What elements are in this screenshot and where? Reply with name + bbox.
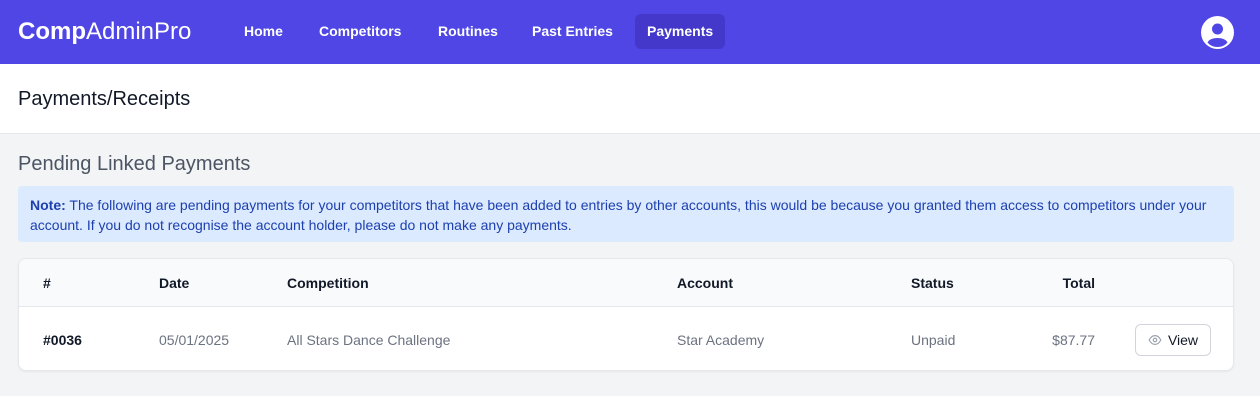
column-header-date: Date [159,275,190,291]
brand-logo[interactable]: CompAdminPro [18,18,191,46]
column-header-status: Status [911,275,954,291]
page-title: Payments/Receipts [18,88,191,110]
column-header-competition: Competition [287,275,369,291]
nav-item-routines[interactable]: Routines [425,14,511,49]
cell-id: #0036 [43,332,82,348]
column-header-account: Account [677,275,733,291]
eye-icon [1148,335,1162,345]
view-button[interactable]: View [1135,324,1211,356]
nav-item-home[interactable]: Home [231,14,296,49]
nav-item-past-entries[interactable]: Past Entries [519,14,626,49]
top-navbar: CompAdminPro Home Competitors Routines P… [0,0,1260,64]
column-header-total: Total [1062,275,1095,291]
column-header-number: # [43,275,51,291]
nav-item-competitors[interactable]: Competitors [306,14,414,49]
user-circle-icon[interactable] [1201,16,1234,49]
cell-date: 05/01/2025 [159,332,230,348]
info-note: Note: The following are pending payments… [18,186,1234,242]
section-title: Pending Linked Payments [18,153,251,175]
cell-total: $87.77 [1052,332,1095,348]
cell-account: Star Academy [677,332,765,348]
cell-status: Unpaid [911,332,956,348]
note-text: The following are pending payments for y… [30,197,1207,233]
table-header: # Date Competition Account Status Total [19,259,1233,307]
page-header: Payments/Receipts [0,64,1260,134]
view-button-label: View [1167,332,1199,348]
nav-item-payments[interactable]: Payments [635,14,726,49]
payments-table: # Date Competition Account Status Total … [18,258,1234,371]
cell-competition: All Stars Dance Challenge [287,332,451,348]
note-label: Note: [30,197,66,213]
